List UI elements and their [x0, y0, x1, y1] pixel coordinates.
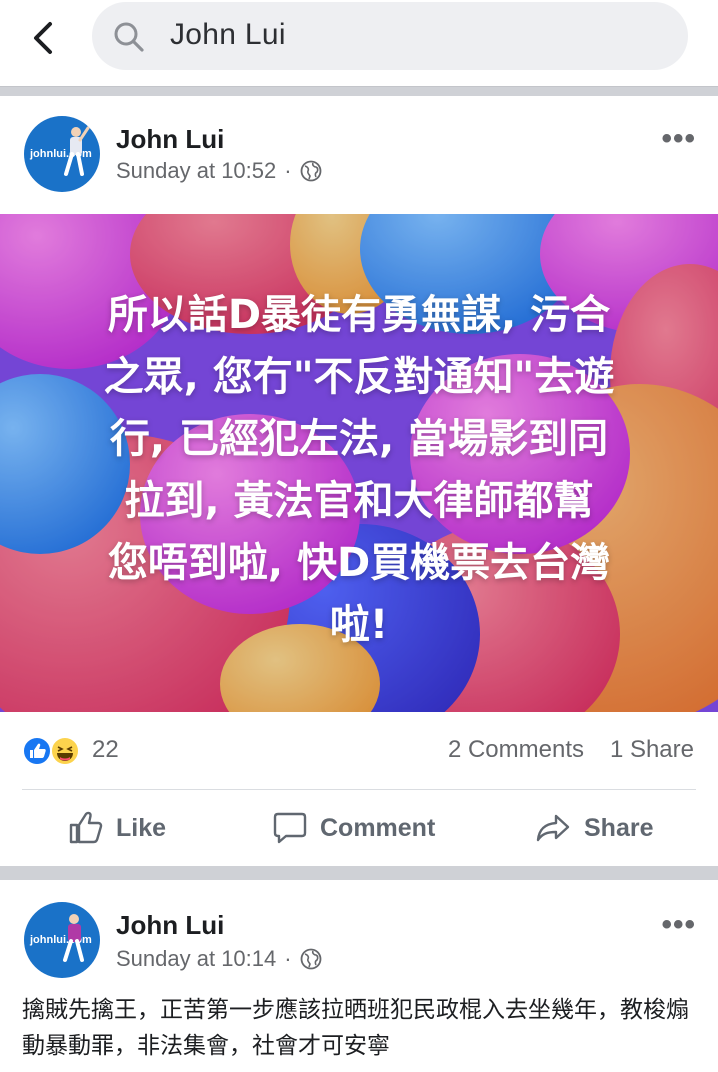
reaction-count[interactable]: 22 [92, 736, 119, 764]
post-timestamp[interactable]: Sunday at 10:14 [116, 946, 276, 972]
share-arrow-icon [536, 814, 570, 842]
top-bar: John Lui [0, 0, 718, 86]
haha-reaction-icon [50, 736, 80, 766]
comment-button[interactable]: Comment [272, 808, 435, 848]
avatar-figure-icon [64, 126, 90, 176]
search-query: John Lui [170, 18, 286, 51]
thumbs-up-icon [69, 811, 103, 844]
avatar-figure-icon [63, 914, 84, 962]
comment-label: Comment [320, 813, 436, 842]
divider [22, 789, 696, 790]
chevron-left-icon [34, 22, 52, 54]
post-text: 擒賊先擒王，正苦第一步應該拉晒班犯民政棍入去坐幾年，教梭煽動暴動罪，非法集會，社… [22, 997, 689, 1059]
share-label: Share [584, 813, 654, 842]
divider [0, 866, 718, 880]
post-actions: Like Comment Share [0, 796, 718, 860]
comments-count[interactable]: 2 Comments [448, 736, 584, 764]
search-icon [114, 22, 144, 52]
avatar[interactable]: johnlui.com [24, 116, 100, 192]
more-options-button[interactable]: ••• [661, 122, 696, 156]
post-stats: 22 2 Comments 1 Share [0, 722, 718, 780]
globe-icon [300, 948, 321, 970]
image-caption-text: 所以話D暴徒有勇無謀, 污合 之眾, 您冇"不反對通知"去遊 行, 已經犯左法,… [103, 292, 615, 648]
post-image[interactable]: 所以話D暴徒有勇無謀, 污合 之眾, 您冇"不反對通知"去遊 行, 已經犯左法,… [0, 214, 718, 712]
post-card: johnlui.com John Lui Sunday at 10:14 · •… [0, 880, 718, 1072]
shares-count[interactable]: 1 Share [610, 736, 694, 764]
globe-icon [300, 160, 321, 182]
speech-bubble-icon [273, 812, 307, 844]
like-reaction-icon [22, 736, 52, 766]
post-timestamp[interactable]: Sunday at 10:52 [116, 158, 276, 184]
meta-separator: · [284, 946, 292, 971]
post-meta: Sunday at 10:52 · [116, 158, 322, 184]
meta-separator: · [284, 158, 292, 183]
like-label: Like [116, 813, 167, 842]
share-button[interactable]: Share [536, 808, 653, 848]
post-meta: Sunday at 10:14 · [116, 946, 322, 972]
search-input[interactable]: John Lui [92, 2, 688, 70]
more-options-button[interactable]: ••• [661, 908, 696, 942]
post-card: johnlui.com John Lui Sunday at 10:52 · •… [0, 96, 718, 866]
post-author[interactable]: John Lui [116, 910, 224, 941]
reaction-icons[interactable] [22, 736, 86, 766]
divider [0, 86, 718, 96]
avatar[interactable]: johnlui.com [24, 902, 100, 978]
like-button[interactable]: Like [68, 808, 166, 848]
back-button[interactable] [28, 18, 62, 58]
post-author[interactable]: John Lui [116, 124, 224, 155]
